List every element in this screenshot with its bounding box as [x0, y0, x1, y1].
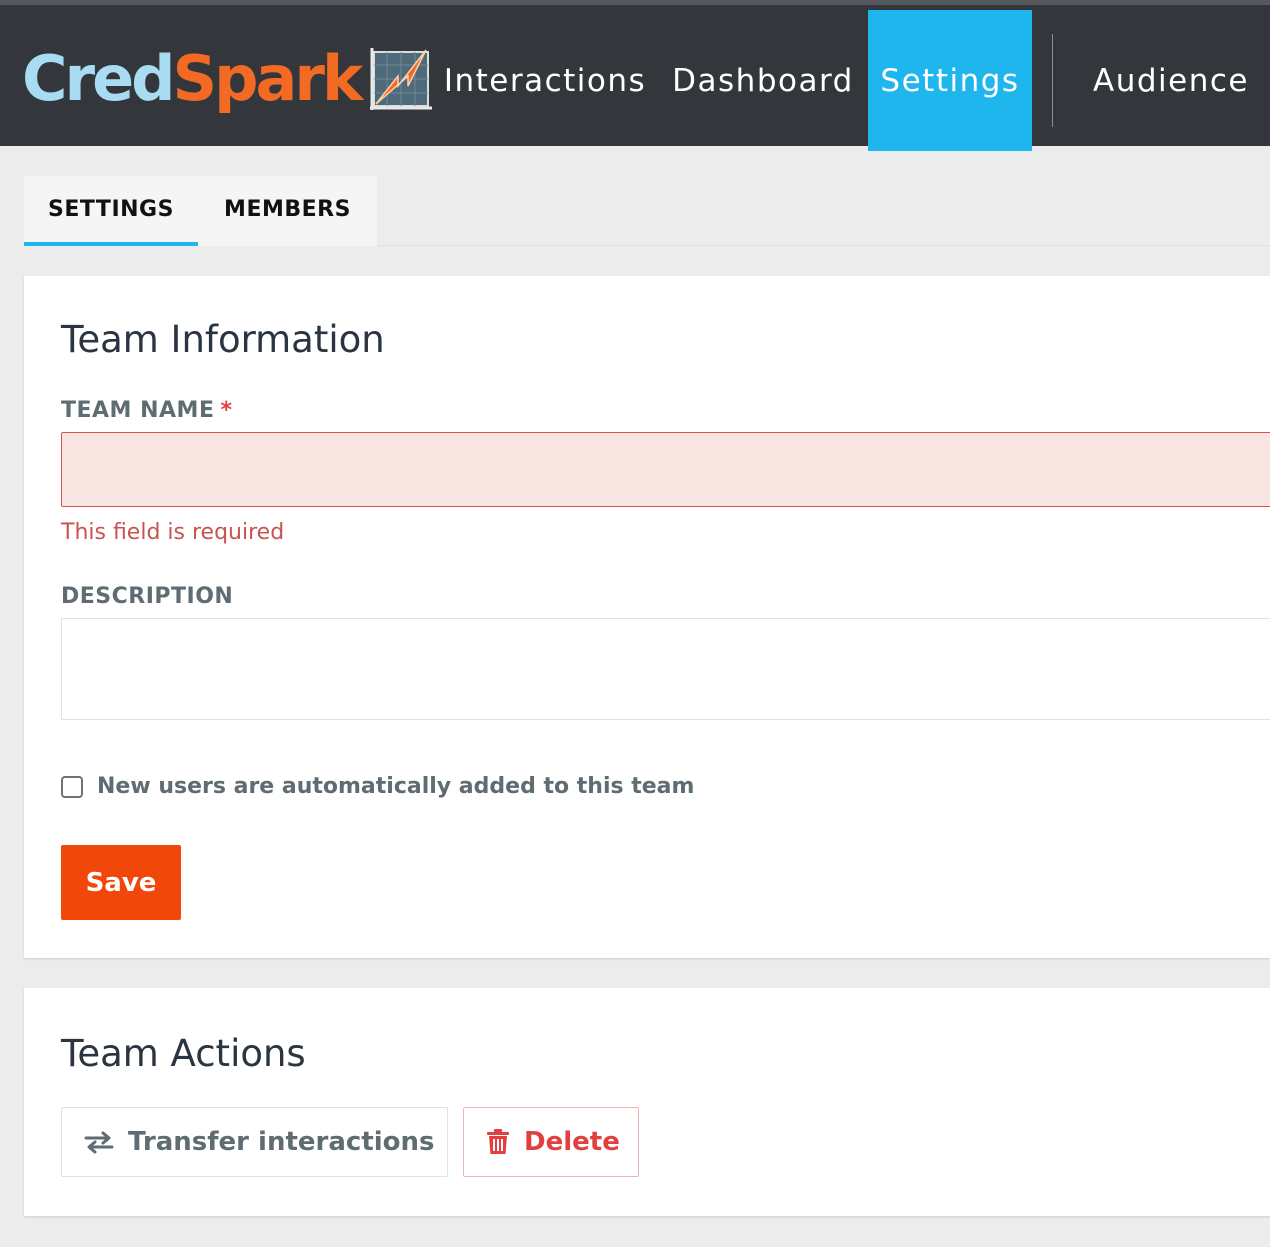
team-actions-card: Team Actions Transfer interactions Delet… [24, 988, 1270, 1216]
description-textarea[interactable] [61, 618, 1270, 720]
settings-tabbar: SETTINGS MEMBERS [24, 176, 377, 246]
team-actions-title: Team Actions [61, 1032, 306, 1075]
delete-label: Delete [524, 1127, 620, 1157]
transfer-arrows-icon [84, 1130, 114, 1154]
required-marker: * [220, 398, 233, 423]
nav-item-settings[interactable]: Settings [868, 10, 1032, 151]
main-nav: Interactions Dashboard Settings Audience [432, 10, 1270, 151]
nav-item-interactions[interactable]: Interactions [432, 10, 658, 151]
chart-bolt-icon [370, 48, 433, 110]
auto-add-checkbox-label[interactable]: New users are automatically added to thi… [97, 774, 694, 799]
delete-button[interactable]: Delete [463, 1107, 639, 1177]
team-name-label-text: TEAM NAME [61, 398, 215, 423]
transfer-interactions-label: Transfer interactions [128, 1127, 435, 1157]
logo-cred-text: Cred [22, 42, 176, 115]
logo-wordmark: CredSpark [22, 48, 363, 110]
tab-settings[interactable]: SETTINGS [24, 176, 198, 246]
auto-add-checkbox[interactable] [61, 775, 83, 798]
logo-spark-text: Spark [172, 42, 364, 115]
auto-add-checkbox-row[interactable]: New users are automatically added to thi… [61, 774, 694, 799]
nav-item-audience[interactable]: Audience [1071, 10, 1270, 151]
team-name-label: TEAM NAME * [61, 398, 233, 423]
save-button[interactable]: Save [61, 845, 181, 920]
nav-divider [1052, 34, 1053, 127]
team-name-input[interactable] [61, 432, 1270, 507]
team-information-title: Team Information [61, 318, 385, 361]
tabbar-divider [377, 245, 1270, 246]
transfer-interactions-button[interactable]: Transfer interactions [61, 1107, 448, 1177]
tab-members[interactable]: MEMBERS [198, 176, 377, 246]
credspark-logo[interactable]: CredSpark [22, 39, 434, 119]
nav-item-dashboard[interactable]: Dashboard [658, 10, 868, 151]
team-name-error: This field is required [61, 520, 285, 545]
team-information-card: Team Information TEAM NAME * This field i… [24, 276, 1270, 958]
top-navigation-bar: CredSpark Interactions Dashboard Setting… [0, 0, 1270, 151]
trash-icon [486, 1129, 510, 1155]
description-label: DESCRIPTION [61, 584, 234, 609]
